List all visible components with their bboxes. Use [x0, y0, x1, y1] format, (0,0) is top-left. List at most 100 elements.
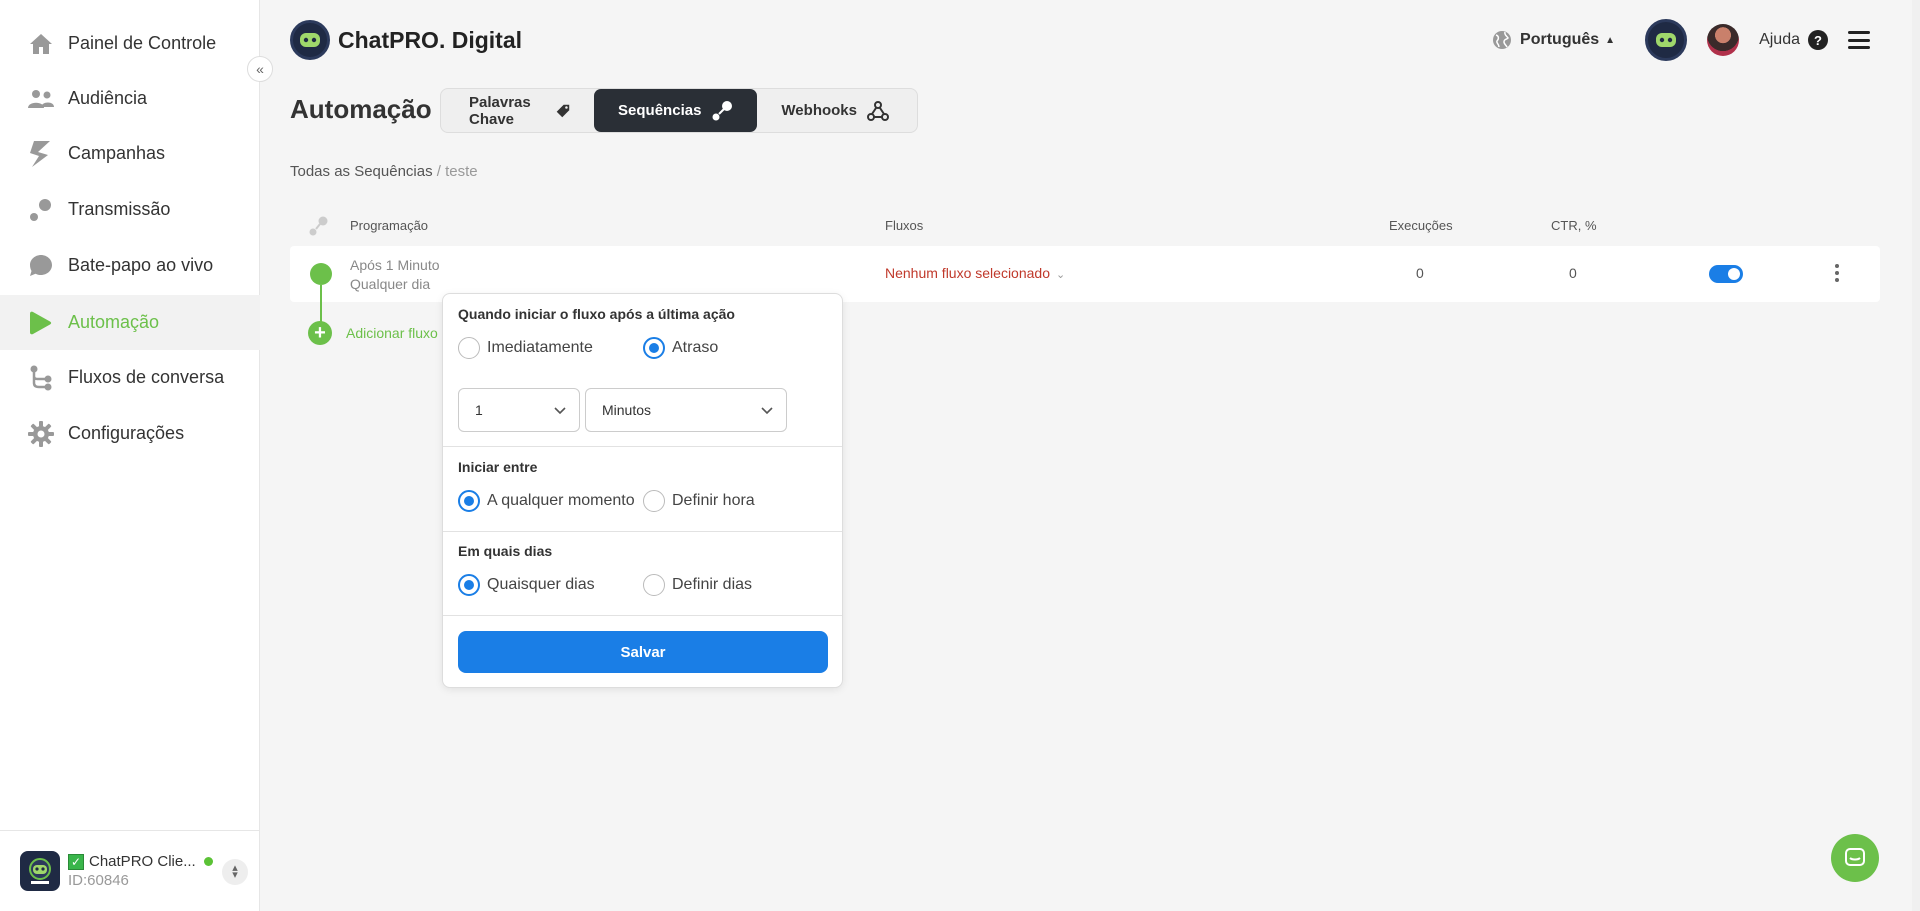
- chat-bubble-icon: [28, 253, 54, 279]
- breadcrumb-separator: /: [436, 163, 441, 180]
- schedule-popover: Quando iniciar o fluxo após a última açã…: [442, 293, 843, 688]
- user-avatar[interactable]: [1707, 24, 1740, 56]
- radio-on-icon: [643, 337, 665, 359]
- chevron-down-icon: ⌄: [1056, 269, 1066, 281]
- brand: ChatPRO. Digital: [290, 20, 522, 60]
- page-title: Automação: [290, 94, 432, 124]
- sidebar-item-label: Fluxos de conversa: [68, 367, 225, 387]
- executions-value: 0: [1416, 265, 1424, 281]
- popover-section-title: Quando iniciar o fluxo após a última açã…: [458, 306, 735, 322]
- schedule-cell[interactable]: Após 1 Minuto Qualquer dia: [350, 256, 440, 294]
- radio-on-icon: [458, 490, 480, 512]
- broadcast-icon: [28, 197, 54, 223]
- ctr-value: 0: [1569, 265, 1577, 281]
- tab-palavras-chave[interactable]: Palavras Chave: [445, 89, 594, 132]
- live-chat-button[interactable]: [1831, 834, 1879, 882]
- divider: [443, 531, 842, 532]
- flow-dropdown[interactable]: Nenhum fluxo selecionado ⌄: [885, 265, 1065, 281]
- radio-off-icon: [643, 490, 665, 512]
- enabled-toggle[interactable]: [1709, 265, 1743, 283]
- radio-label: Atraso: [672, 339, 719, 356]
- sidebar-item-label: Transmissão: [68, 199, 171, 219]
- bot-avatar[interactable]: [1645, 19, 1688, 61]
- breadcrumb-current: teste: [445, 163, 478, 180]
- chevron-down-icon: [761, 407, 773, 415]
- account-switcher[interactable]: ✓ ChatPRO Clie... ID:60846 ▴ ▾: [0, 830, 260, 911]
- save-button[interactable]: Salvar: [458, 631, 828, 673]
- radio-label: Quaisquer dias: [487, 576, 595, 593]
- home-icon: [28, 31, 54, 57]
- account-name: ChatPRO Clie...: [89, 853, 196, 870]
- flow-icon: [28, 365, 54, 391]
- collapse-sidebar-button[interactable]: «: [247, 56, 273, 82]
- radio-definir-dias[interactable]: Definir dias: [643, 574, 752, 596]
- sidebar-item-bate-papo[interactable]: Bate-papo ao vivo: [0, 238, 260, 293]
- sidebar: Painel de Controle Audiência Campanhas T…: [0, 0, 260, 911]
- header-actions: Português ▲ Ajuda ?: [1492, 18, 1870, 62]
- radio-label: A qualquer momento: [487, 492, 635, 509]
- sidebar-item-label: Audiência: [68, 88, 148, 108]
- sidebar-item-label: Painel de Controle: [68, 33, 217, 53]
- tab-webhooks[interactable]: Webhooks: [757, 89, 913, 132]
- schedule-delay: Após 1 Minuto: [350, 257, 440, 273]
- tab-label: Webhooks: [781, 102, 857, 119]
- radio-definir-hora[interactable]: Definir hora: [643, 490, 755, 512]
- sidebar-item-configuracoes[interactable]: Configurações: [0, 406, 260, 461]
- bolt-icon: [28, 140, 54, 167]
- step-dot: [310, 263, 332, 285]
- schedule-days: Qualquer dia: [350, 276, 431, 292]
- account-avatar: [20, 851, 60, 891]
- radio-atraso[interactable]: Atraso: [643, 337, 718, 359]
- sidebar-item-label: Bate-papo ao vivo: [68, 255, 214, 275]
- radio-on-icon: [458, 574, 480, 596]
- add-flow-button[interactable]: + Adicionar fluxo: [308, 321, 438, 345]
- globe-icon: [1493, 31, 1512, 49]
- radio-imediatamente[interactable]: Imediatamente: [458, 337, 593, 359]
- delay-value: 1: [475, 402, 483, 418]
- sidebar-item-fluxos-de-conversa[interactable]: Fluxos de conversa: [0, 350, 260, 405]
- delay-unit-select[interactable]: Minutos: [585, 388, 787, 432]
- gear-icon: [28, 420, 54, 447]
- caret-up-icon: ▲: [1605, 34, 1616, 46]
- delay-value-select[interactable]: 1: [458, 388, 580, 432]
- sidebar-item-transmissao[interactable]: Transmissão: [0, 182, 260, 237]
- language-selector[interactable]: Português ▲: [1492, 30, 1615, 50]
- breadcrumb: Todas as Sequências / teste: [290, 163, 478, 180]
- sidebar-item-audiencia[interactable]: Audiência: [0, 71, 260, 126]
- help-link[interactable]: Ajuda ?: [1759, 30, 1828, 50]
- sidebar-item-campanhas[interactable]: Campanhas: [0, 126, 260, 181]
- logo-icon: [290, 20, 330, 60]
- more-options-icon[interactable]: [1834, 264, 1840, 282]
- question-icon: ?: [1808, 30, 1828, 50]
- header-fluxos: Fluxos: [885, 218, 924, 233]
- radio-off-icon: [643, 574, 665, 596]
- hamburger-menu-icon[interactable]: [1848, 31, 1870, 49]
- users-icon: [28, 86, 54, 112]
- popover-section-title: Em quais dias: [458, 543, 553, 559]
- header-programacao: Programação: [350, 218, 429, 233]
- online-status-icon: [203, 857, 213, 866]
- sort-arrows-icon[interactable]: ▴ ▾: [222, 859, 248, 885]
- sidebar-item-label: Campanhas: [68, 143, 166, 163]
- radio-label: Definir hora: [672, 492, 755, 509]
- sidebar-item-automacao[interactable]: Automação: [0, 295, 260, 350]
- radio-quaisquer-dias[interactable]: Quaisquer dias: [458, 574, 595, 596]
- tab-label: Sequências: [618, 102, 702, 119]
- tab-label: Palavras Chave: [469, 93, 531, 128]
- scrollbar[interactable]: [1912, 0, 1920, 911]
- flow-dropdown-label: Nenhum fluxo selecionado: [885, 265, 1050, 281]
- radio-label: Definir dias: [672, 576, 753, 593]
- breadcrumb-root[interactable]: Todas as Sequências: [290, 163, 433, 180]
- radio-qualquer-momento[interactable]: A qualquer momento: [458, 490, 635, 512]
- popover-section-title: Iniciar entre: [458, 459, 538, 475]
- divider: [443, 615, 842, 616]
- chevron-down-icon: [554, 407, 566, 415]
- tab-sequencias[interactable]: Sequências: [594, 89, 758, 132]
- sequence-connector: [320, 285, 322, 325]
- sidebar-item-label: Configurações: [68, 423, 185, 443]
- radio-off-icon: [458, 337, 480, 359]
- automation-tabs: Palavras Chave Sequências Webhooks: [440, 88, 918, 133]
- chat-icon: [1845, 848, 1865, 866]
- sequence-icon: [712, 100, 733, 120]
- sidebar-item-painel-de-controle[interactable]: Painel de Controle: [0, 16, 260, 71]
